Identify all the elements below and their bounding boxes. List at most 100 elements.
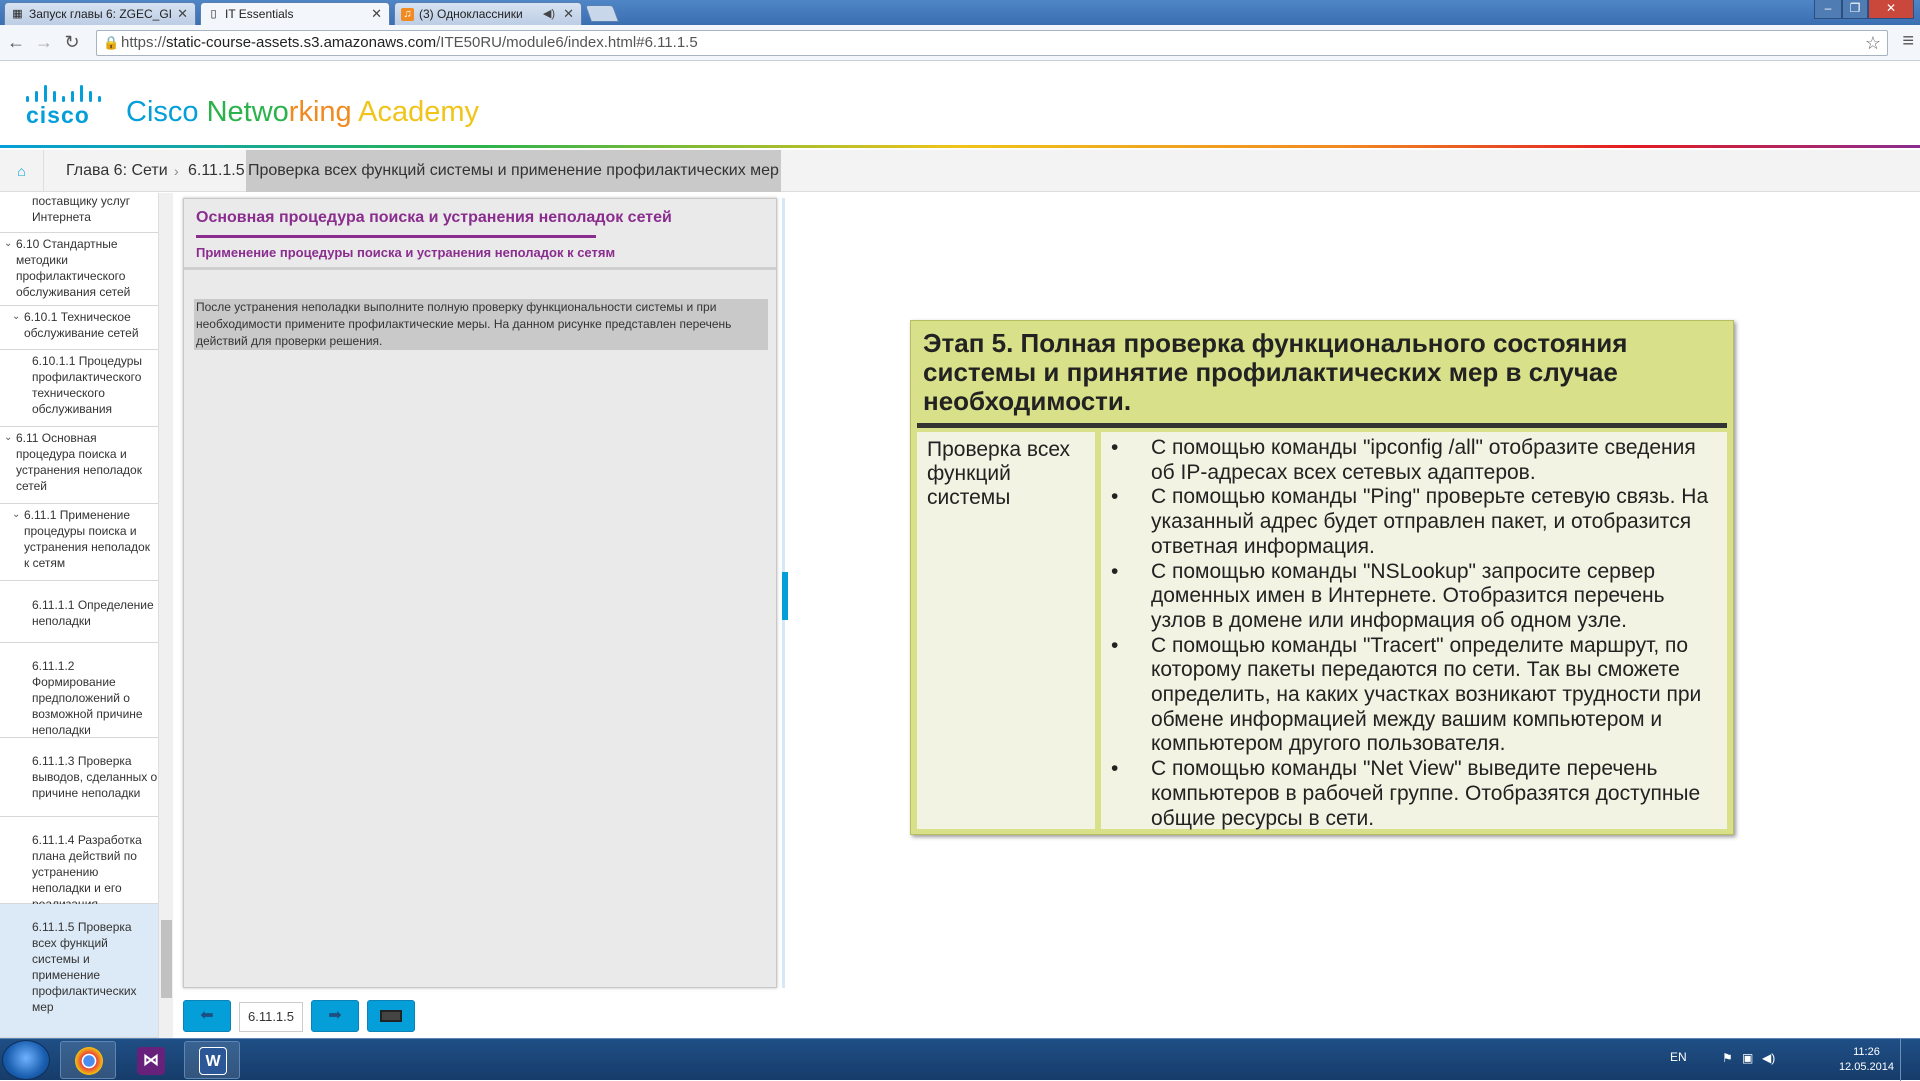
close-tab-icon[interactable]: ✕: [371, 3, 382, 25]
menu-icon[interactable]: ≡: [1902, 30, 1914, 53]
back-arrow-icon[interactable]: ←: [4, 30, 28, 54]
sidebar-scrollbar[interactable]: [158, 193, 173, 1038]
title-part: Netwo: [206, 96, 289, 128]
splitter-handle[interactable]: [782, 572, 788, 620]
system-tray: EN ⚑ ▣ ◀) 11:26 12.05.2014: [1670, 1039, 1910, 1081]
cisco-logo[interactable]: cisco: [24, 82, 106, 128]
toc-item[interactable]: ⌄ 6.10.1 Техническое обслуживание сетей: [0, 306, 158, 350]
toc-sidebar: поставщику услуг Интернета ⌄ 6.10 Стандар…: [0, 193, 160, 1038]
screen-icon: [380, 1009, 402, 1022]
figure-bullet: С помощью команды "ipconfig /all" отобра…: [1111, 436, 1721, 485]
toc-item-label: 6.10 Стандартные методики профилактическ…: [16, 237, 131, 299]
new-tab-button[interactable]: [584, 5, 620, 22]
speaker-icon[interactable]: ◀): [543, 3, 555, 25]
toc-item-label: поставщику услуг Интернета: [32, 194, 131, 224]
toc-item-label: 6.11.1.3 Проверка выводов, сделанных о п…: [32, 754, 158, 800]
arrow-right-icon: ➡: [328, 1007, 342, 1024]
show-desktop-button[interactable]: [1900, 1039, 1910, 1081]
content-panel: Основная процедура поиска и устранения н…: [183, 198, 777, 988]
browser-tab-strip: ▦ Запуск главы 6: ZGEC_GI ✕ ▯ IT Essenti…: [0, 0, 1920, 26]
toc-item-label: 6.11.1.2 Формирование предположений о во…: [32, 659, 143, 737]
tab-title: IT Essentials: [225, 7, 294, 21]
volume-icon[interactable]: ◀): [1762, 1051, 1775, 1065]
breadcrumb-chapter[interactable]: Глава 6: Сети: [66, 150, 168, 192]
flag-icon[interactable]: ⚑: [1722, 1051, 1733, 1065]
bookmark-star-icon[interactable]: ☆: [1865, 31, 1881, 55]
language-indicator[interactable]: EN: [1670, 1050, 1687, 1064]
reload-icon[interactable]: ↻: [60, 30, 84, 54]
clock[interactable]: 11:26 12.05.2014: [1839, 1045, 1894, 1075]
figure-bullet-list: С помощью команды "ipconfig /all" отобра…: [1111, 436, 1721, 831]
breadcrumb-page-number: 6.11.1.5: [188, 162, 245, 179]
toc-item[interactable]: поставщику услуг Интернета: [0, 193, 158, 233]
browser-tab-2[interactable]: ▯ IT Essentials ✕: [200, 2, 390, 26]
start-button[interactable]: [2, 1040, 50, 1080]
toc-item-active[interactable]: 6.11.1.5 Проверка всех функций системы и…: [0, 904, 158, 1038]
toc-item-label: 6.11.1.1 Определение неполадки: [32, 598, 154, 628]
figure-bullet: С помощью команды "NSLookup" запросите с…: [1111, 560, 1721, 634]
breadcrumb-separator: ›: [174, 163, 179, 179]
fullscreen-button[interactable]: [367, 1000, 415, 1032]
toc-item[interactable]: 6.11.1.3 Проверка выводов, сделанных о п…: [0, 738, 158, 817]
word-icon: W: [199, 1047, 227, 1075]
arrow-left-icon: ⬅: [200, 1007, 214, 1024]
step-figure: Этап 5. Полная проверка функционального …: [910, 320, 1734, 835]
description-text: После устранения неполадки выполните пол…: [194, 299, 768, 350]
page-number-field[interactable]: 6.11.1.5: [239, 1002, 303, 1032]
academy-header: cisco Cisco Networking Academy: [0, 62, 1920, 146]
toc-item[interactable]: ⌄ 6.10 Стандартные методики профилактичес…: [0, 233, 158, 306]
section-title: Основная процедура поиска и устранения н…: [196, 209, 672, 226]
figure-bullet: С помощью команды "Tracert" определите м…: [1111, 634, 1721, 758]
toc-item[interactable]: 6.11.1.1 Определение неполадки: [0, 581, 158, 643]
next-page-button[interactable]: ➡: [311, 1000, 359, 1032]
toc-item[interactable]: ⌄ 6.11 Основная процедура поиска и устран…: [0, 427, 158, 504]
breadcrumb: ⌂ Глава 6: Сети › 6.11.1.5 Проверка всех…: [0, 150, 1920, 192]
figure-bullet: С помощью команды "Ping" проверьте сетев…: [1111, 485, 1721, 559]
cisco-logo-text: cisco: [26, 102, 90, 128]
toc-item-label: 6.11.1.4 Разработка плана действий по ус…: [32, 833, 142, 911]
browser-tab-3[interactable]: ♫ (3) Одноклассники ◀) ✕: [394, 2, 582, 25]
figure-rule: [917, 423, 1727, 428]
close-tab-icon[interactable]: ✕: [177, 3, 188, 25]
title-part: Academy: [358, 96, 479, 128]
url-host: static-course-assets.s3.amazonaws.com: [166, 34, 437, 51]
title-underline: [196, 235, 596, 238]
windows-taskbar: ⋈ W EN ⚑ ▣ ◀) 11:26 12.05.2014: [0, 1038, 1920, 1081]
tab-title: (3) Одноклассники: [419, 7, 523, 21]
panel-divider: [184, 267, 776, 270]
figure-content-cell: С помощью команды "ipconfig /all" отобра…: [1101, 432, 1727, 831]
home-icon[interactable]: ⌂: [0, 150, 44, 192]
taskbar-word[interactable]: W: [184, 1041, 240, 1079]
restore-button[interactable]: ❐: [1842, 0, 1868, 19]
toc-item[interactable]: 6.10.1.1 Процедуры профилактического тех…: [0, 350, 158, 427]
ok-icon: ♫: [401, 8, 414, 21]
academy-title: Cisco Networking Academy: [126, 96, 479, 129]
browser-tab-1[interactable]: ▦ Запуск главы 6: ZGEC_GI ✕: [4, 2, 196, 25]
address-bar[interactable]: 🔒 https://static-course-assets.s3.amazon…: [96, 30, 1888, 56]
toc-item[interactable]: 6.11.1.2 Формирование предположений о во…: [0, 643, 158, 738]
toc-item-label: 6.10.1 Техническое обслуживание сетей: [24, 310, 139, 340]
chevron-down-icon: ⌄: [4, 238, 13, 249]
network-icon[interactable]: ▣: [1742, 1051, 1753, 1065]
toc-item-label: 6.11.1 Применение процедуры поиска и уст…: [24, 508, 150, 570]
lock-icon: 🔒: [103, 35, 120, 50]
url-path: /ITE50RU/module6/index.html#6.11.1.5: [436, 34, 698, 51]
close-window-button[interactable]: ✕: [1868, 0, 1914, 19]
title-part: Cisco: [126, 96, 207, 128]
toc-item[interactable]: ⌄ 6.11.1 Применение процедуры поиска и ус…: [0, 504, 158, 581]
prev-page-button[interactable]: ⬅: [183, 1000, 231, 1032]
taskbar-visual-studio[interactable]: ⋈: [122, 1041, 178, 1079]
toc-item[interactable]: 6.11.1.4 Разработка плана действий по ус…: [0, 817, 158, 911]
tab-title: Запуск главы 6: ZGEC_GI: [29, 7, 173, 21]
figure-cell-label: Проверка всех функций системы: [927, 438, 1071, 509]
taskbar-chrome[interactable]: [60, 1041, 116, 1079]
browser-toolbar: ← → ↻ 🔒 https://static-course-assets.s3.…: [0, 25, 1920, 61]
figure-title: Этап 5. Полная проверка функционального …: [923, 328, 1628, 416]
close-tab-icon[interactable]: ✕: [563, 3, 574, 25]
chevron-down-icon: ⌄: [12, 311, 21, 322]
scrollbar-thumb[interactable]: [161, 920, 172, 998]
forward-arrow-icon[interactable]: →: [32, 30, 56, 54]
minimize-button[interactable]: –: [1814, 0, 1842, 19]
page-navigation: ⬅ 6.11.1.5 ➡: [183, 1000, 423, 1034]
cisco-bars-icon: [24, 82, 106, 102]
